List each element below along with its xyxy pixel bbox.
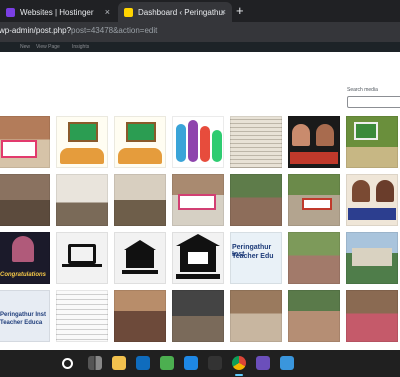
poster-caption-line-1: Peringathur Inst xyxy=(0,312,47,318)
building-icon xyxy=(126,250,154,268)
media-thumb-poster-portraits[interactable] xyxy=(288,116,340,168)
app-icon-3[interactable] xyxy=(208,356,222,370)
media-thumb-institute-poster[interactable]: Peringathur Inst Teacher Educa xyxy=(0,290,50,342)
close-tab-icon[interactable]: × xyxy=(105,7,110,17)
media-thumb-stage[interactable] xyxy=(172,290,224,342)
media-thumb-ceremony[interactable] xyxy=(0,174,50,226)
figure-shape xyxy=(200,126,210,162)
chalkboard-shape xyxy=(126,122,156,142)
media-thumb-audience[interactable] xyxy=(114,290,166,342)
search-icon[interactable] xyxy=(62,358,73,369)
address-bar[interactable]: wp-admin/post.php?post=43478&action=edit xyxy=(0,22,400,42)
caption-bar xyxy=(348,208,396,220)
new-tab-icon[interactable]: + xyxy=(236,3,244,18)
figure-shape xyxy=(188,120,198,162)
media-thumb-building[interactable] xyxy=(346,232,398,284)
tab-title: Websites | Hostinger xyxy=(20,7,94,17)
book-icon xyxy=(188,252,208,264)
media-thumb-two-portraits[interactable] xyxy=(346,174,398,226)
media-thumb-group-photo[interactable] xyxy=(346,290,398,342)
media-thumb-event-banner[interactable] xyxy=(0,116,50,168)
url-path: wp-admin/post.php? xyxy=(0,26,72,35)
media-thumb-outdoor-board[interactable] xyxy=(346,116,398,168)
media-thumb-library-icon[interactable] xyxy=(114,232,166,284)
media-library-modal: Search media Congratulations Peringathur… xyxy=(0,52,400,350)
app-icon-4[interactable] xyxy=(256,356,270,370)
media-thumb-crowd[interactable] xyxy=(288,232,340,284)
banner-shape xyxy=(178,194,216,210)
chrome-icon[interactable] xyxy=(232,356,246,370)
wordpress-favicon-icon xyxy=(124,7,133,17)
media-thumb-document[interactable] xyxy=(56,290,108,342)
media-thumb-group-outdoor[interactable] xyxy=(230,174,282,226)
app-icon-2[interactable] xyxy=(184,356,198,370)
portrait-shape xyxy=(292,124,310,146)
url-query: post=43478&action=edit xyxy=(71,26,158,35)
students-shape xyxy=(60,148,104,164)
institute-caption-line-2: Teacher Edu xyxy=(232,253,274,260)
portrait-shape xyxy=(376,180,394,202)
roof-shape xyxy=(176,234,220,246)
base-shape xyxy=(122,270,158,274)
media-thumb-classroom-illustration[interactable] xyxy=(56,116,108,168)
close-tab-icon[interactable]: × xyxy=(221,7,226,17)
poster-caption-bar xyxy=(290,152,338,164)
admin-bar-insights[interactable]: Insights xyxy=(72,44,89,50)
media-thumb-group-banner[interactable] xyxy=(288,174,340,226)
portrait-shape xyxy=(316,124,334,146)
app-icon-1[interactable] xyxy=(160,356,174,370)
poster-caption-line-2: Teacher Educa xyxy=(0,320,43,326)
media-thumb-library-icon-large[interactable] xyxy=(172,232,224,284)
task-view-icon[interactable] xyxy=(88,356,102,370)
media-thumb-newspaper[interactable] xyxy=(230,116,282,168)
laptop-base-shape xyxy=(62,264,102,267)
search-media-input[interactable] xyxy=(347,96,400,108)
tab-title: Dashboard ‹ Peringathur Teacher xyxy=(138,7,224,17)
media-thumb-classroom-illustration-2[interactable] xyxy=(114,116,166,168)
media-thumb-banner-group[interactable] xyxy=(172,174,224,226)
congratulations-text: Congratulations xyxy=(0,272,46,278)
banner-shape xyxy=(1,140,37,158)
store-icon[interactable] xyxy=(136,356,150,370)
portrait-shape xyxy=(12,236,34,262)
search-media-label: Search media xyxy=(347,87,378,93)
portrait-shape xyxy=(352,180,370,202)
file-explorer-icon[interactable] xyxy=(112,356,126,370)
wp-admin-bar: New View Page Insights xyxy=(0,42,400,52)
admin-bar-new[interactable]: New xyxy=(20,44,30,50)
media-thumb-lamp-lighting[interactable] xyxy=(114,174,166,226)
tab-dashboard[interactable]: Dashboard ‹ Peringathur Teacher × xyxy=(118,2,232,22)
hostinger-favicon-icon xyxy=(6,7,15,17)
media-thumb-hall[interactable] xyxy=(56,174,108,226)
banner-shape xyxy=(302,198,332,210)
url-text[interactable]: wp-admin/post.php?post=43478&action=edit xyxy=(0,26,157,35)
media-thumb-institute-text[interactable]: Peringathur Inst Teacher Edu xyxy=(230,232,282,284)
figure-shape xyxy=(176,124,186,162)
admin-bar-view-page[interactable]: View Page xyxy=(36,44,60,50)
media-thumb-seminar[interactable] xyxy=(230,290,282,342)
media-thumb-congratulations[interactable]: Congratulations xyxy=(0,232,50,284)
media-thumb-laptop-book-icon[interactable] xyxy=(56,232,108,284)
laptop-icon xyxy=(68,244,96,264)
building-shape xyxy=(352,248,392,266)
figure-shape xyxy=(212,130,222,162)
browser-tab-strip: Websites | Hostinger × Dashboard ‹ Perin… xyxy=(0,0,400,22)
roof-shape xyxy=(124,240,156,250)
chalkboard-shape xyxy=(68,122,98,142)
media-thumb-colorful-figures[interactable] xyxy=(172,116,224,168)
students-shape xyxy=(118,148,162,164)
app-icon-5[interactable] xyxy=(280,356,294,370)
base-shape xyxy=(176,274,220,279)
taskbar xyxy=(0,350,400,377)
board-shape xyxy=(354,122,378,140)
chrome-active-indicator xyxy=(235,374,243,376)
tab-hostinger[interactable]: Websites | Hostinger × xyxy=(0,2,116,22)
media-thumb-students[interactable] xyxy=(288,290,340,342)
